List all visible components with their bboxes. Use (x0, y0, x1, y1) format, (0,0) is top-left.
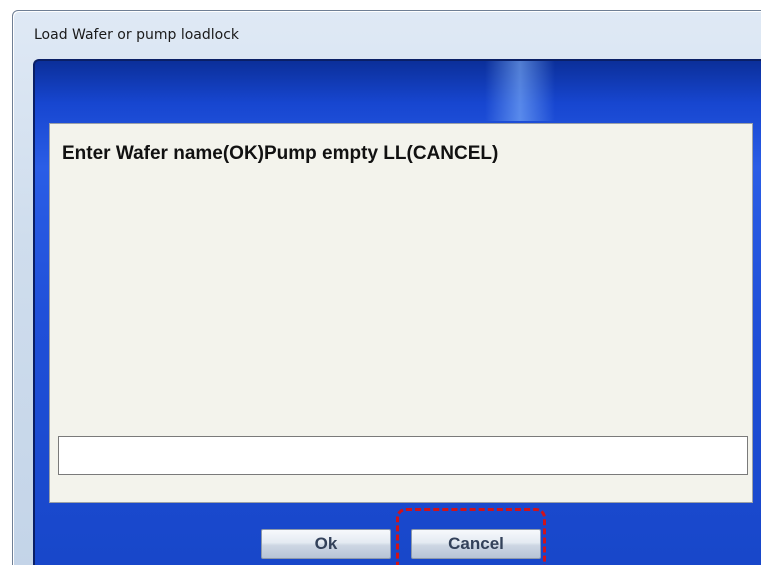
screenshot-canvas: Load Wafer or pump loadlock Enter Wafer … (0, 0, 761, 565)
title-bar[interactable]: Load Wafer or pump loadlock (13, 11, 761, 55)
prompt-message: Enter Wafer name(OK)Pump empty LL(CANCEL… (62, 143, 499, 164)
frame-gloss (485, 61, 555, 121)
wafer-name-input[interactable] (58, 436, 748, 475)
window-title: Load Wafer or pump loadlock (34, 27, 239, 43)
ok-button[interactable]: Ok (261, 529, 391, 559)
message-panel: Enter Wafer name(OK)Pump empty LL(CANCEL… (49, 123, 753, 503)
cancel-button[interactable]: Cancel (411, 529, 541, 559)
dialog-frame: Enter Wafer name(OK)Pump empty LL(CANCEL… (33, 59, 761, 565)
dialog-window: Load Wafer or pump loadlock Enter Wafer … (12, 10, 761, 565)
